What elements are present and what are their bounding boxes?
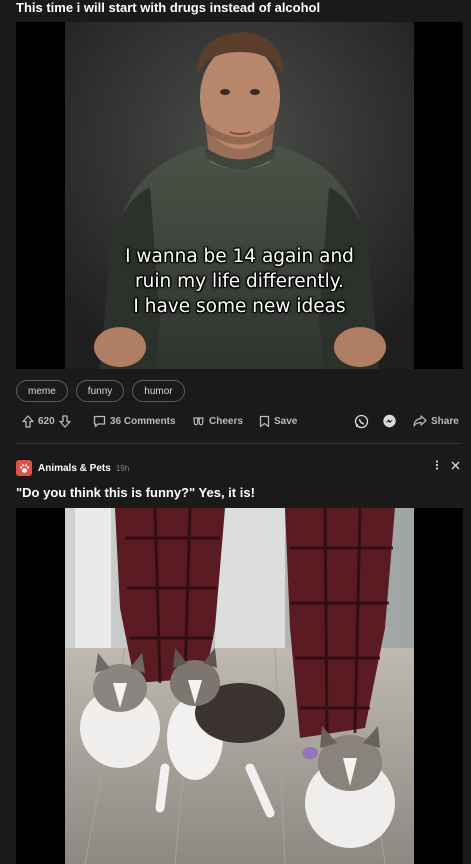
post-title[interactable]: "Do you think this is funny?" Yes, it is… xyxy=(16,485,255,500)
vote-count: 620 xyxy=(38,415,55,427)
cats-photo-illustration xyxy=(65,508,414,864)
comment-icon xyxy=(93,415,106,427)
messenger-icon xyxy=(383,414,396,427)
vote-group: 620 xyxy=(22,411,71,431)
whatsapp-share-button[interactable] xyxy=(354,411,369,431)
save-button[interactable]: Save xyxy=(259,411,297,431)
more-options-icon[interactable] xyxy=(435,460,439,470)
post-header-actions xyxy=(435,460,460,470)
meme-photo: I wanna be 14 again and ruin my life dif… xyxy=(65,22,414,369)
meme-caption: I wanna be 14 again and ruin my life dif… xyxy=(65,244,414,319)
cheers-button[interactable]: Cheers xyxy=(192,411,243,431)
post-age: 19h xyxy=(115,463,130,473)
cheers-icon xyxy=(193,416,204,425)
subreddit-name[interactable]: Animals & Pets xyxy=(38,463,111,474)
save-icon xyxy=(259,415,270,427)
caption-line: I have some new ideas xyxy=(133,296,346,317)
paw-icon xyxy=(19,463,29,473)
cheers-label: Cheers xyxy=(209,415,243,427)
messenger-share-button[interactable] xyxy=(382,411,397,431)
tag-meme[interactable]: meme xyxy=(16,380,68,402)
tag-list: meme funny humor xyxy=(16,380,185,402)
tag-humor[interactable]: humor xyxy=(132,380,185,402)
upvote-icon[interactable] xyxy=(22,414,34,428)
post-divider xyxy=(16,443,462,444)
comments-button[interactable]: 36 Comments xyxy=(93,411,176,431)
cats-photo xyxy=(65,508,414,864)
caption-line: I wanna be 14 again and xyxy=(125,246,354,267)
subreddit-icon[interactable] xyxy=(16,460,32,476)
post-title[interactable]: This time i will start with drugs instea… xyxy=(16,0,456,16)
downvote-icon[interactable] xyxy=(59,414,71,428)
comments-label: 36 Comments xyxy=(110,415,176,427)
post-header: Animals & Pets 19h xyxy=(16,460,462,476)
tag-funny[interactable]: funny xyxy=(75,380,125,402)
whatsapp-icon xyxy=(354,414,369,428)
post-action-bar: 620 36 Comments Cheers Save Share xyxy=(16,411,461,431)
share-icon xyxy=(413,415,427,427)
post-image[interactable]: I wanna be 14 again and ruin my life dif… xyxy=(16,22,463,369)
post-image[interactable] xyxy=(16,508,463,864)
share-label: Share xyxy=(431,415,459,427)
share-button[interactable]: Share xyxy=(413,411,459,431)
caption-line: ruin my life differently. xyxy=(135,271,344,292)
close-icon[interactable] xyxy=(451,461,460,470)
save-label: Save xyxy=(274,415,298,427)
